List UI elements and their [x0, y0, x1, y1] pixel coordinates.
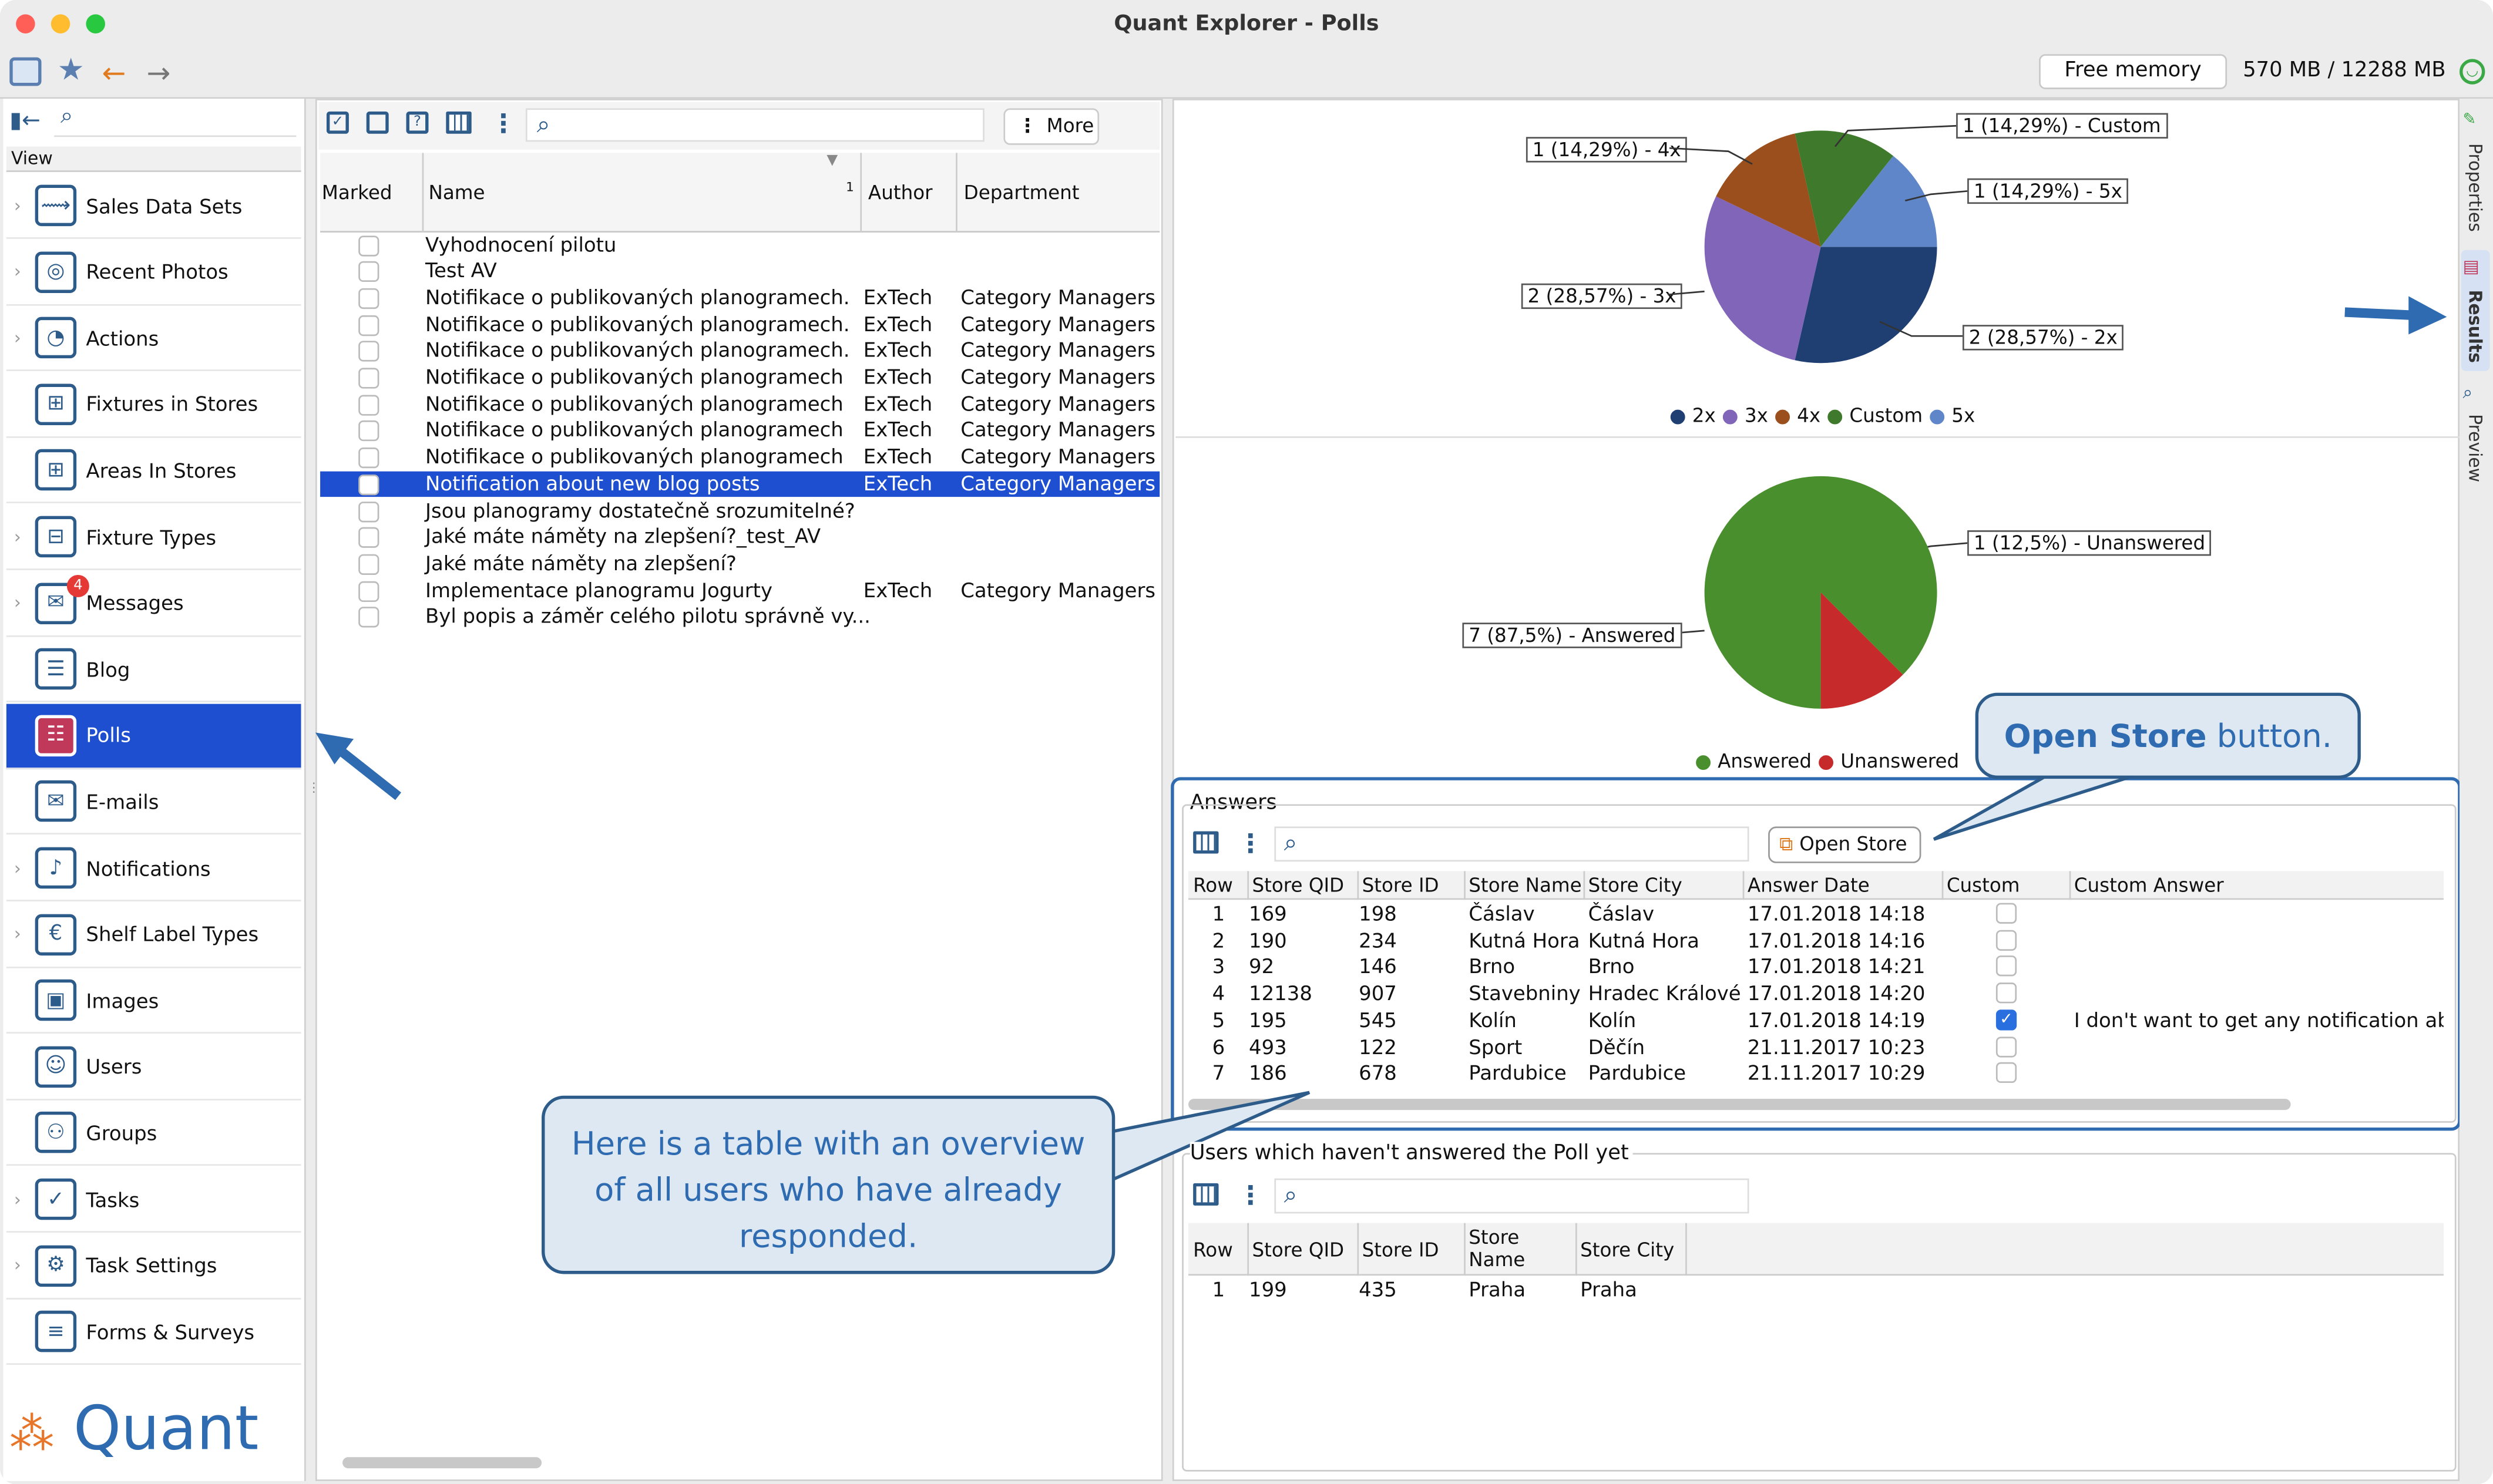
open-store-callout: Open Store button.	[1975, 692, 2361, 779]
unanswered-title: Users which haven't answered the Poll ye…	[1190, 1142, 1634, 1166]
answers-table-callout: Here is a table with an overview of all …	[542, 1095, 1116, 1274]
